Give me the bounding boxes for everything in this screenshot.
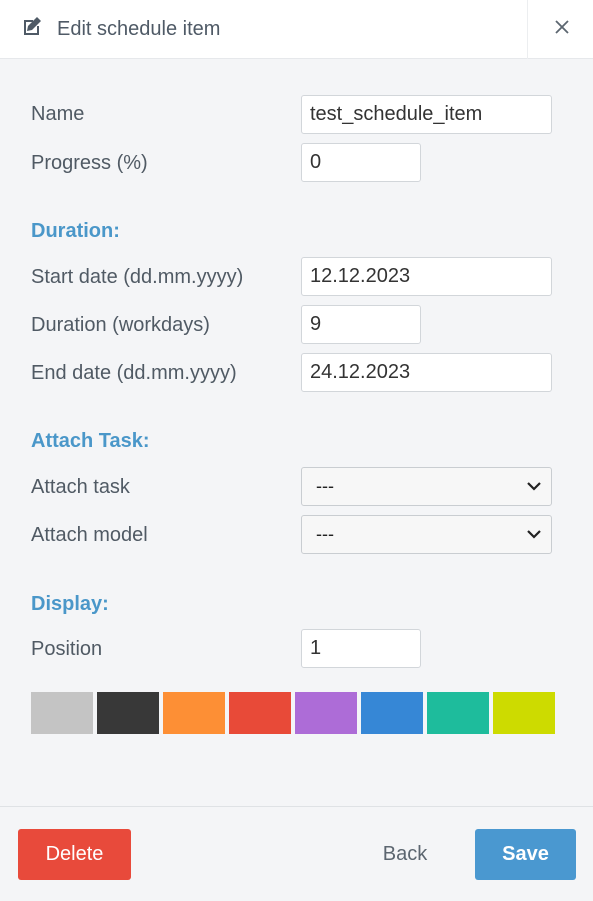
display-heading: Display: — [31, 593, 109, 615]
color-swatches — [31, 692, 561, 734]
color-swatch[interactable] — [163, 692, 225, 734]
attach-task-label: Attach task — [31, 476, 130, 498]
chevron-down-icon — [527, 530, 541, 539]
attach-task-value: --- — [316, 476, 334, 496]
dialog-header: Edit schedule item — [0, 0, 593, 59]
close-icon[interactable] — [555, 20, 569, 34]
color-swatch[interactable] — [31, 692, 93, 734]
attach-task-heading: Attach Task: — [31, 430, 150, 452]
color-swatch[interactable] — [97, 692, 159, 734]
position-label: Position — [31, 638, 103, 660]
progress-label: Progress (%) — [31, 152, 148, 174]
close-button[interactable] — [527, 0, 593, 59]
start-date-input[interactable] — [301, 257, 552, 296]
duration-workdays-input[interactable] — [301, 305, 421, 344]
attach-task-select[interactable]: --- — [301, 467, 552, 506]
end-date-input[interactable] — [301, 353, 552, 392]
edit-icon — [24, 17, 41, 35]
color-swatch[interactable] — [493, 692, 555, 734]
delete-button[interactable]: Delete — [18, 829, 131, 880]
color-swatch[interactable] — [427, 692, 489, 734]
attach-model-value: --- — [316, 524, 334, 544]
name-input[interactable] — [301, 95, 552, 134]
color-swatch[interactable] — [361, 692, 423, 734]
start-date-label: Start date (dd.mm.yyyy) — [31, 266, 244, 288]
chevron-down-icon — [527, 482, 541, 491]
dialog-title: Edit schedule item — [57, 18, 221, 40]
duration-workdays-label: Duration (workdays) — [31, 314, 210, 336]
end-date-label: End date (dd.mm.yyyy) — [31, 362, 237, 384]
save-button[interactable]: Save — [475, 829, 576, 880]
name-label: Name — [31, 103, 85, 125]
color-swatch[interactable] — [295, 692, 357, 734]
color-swatch[interactable] — [229, 692, 291, 734]
progress-input[interactable] — [301, 143, 421, 182]
attach-model-select[interactable]: --- — [301, 515, 552, 554]
position-input[interactable] — [301, 629, 421, 668]
back-button[interactable]: Back — [362, 829, 448, 880]
attach-model-label: Attach model — [31, 524, 148, 546]
duration-heading: Duration: — [31, 220, 120, 242]
footer-divider — [0, 806, 593, 807]
